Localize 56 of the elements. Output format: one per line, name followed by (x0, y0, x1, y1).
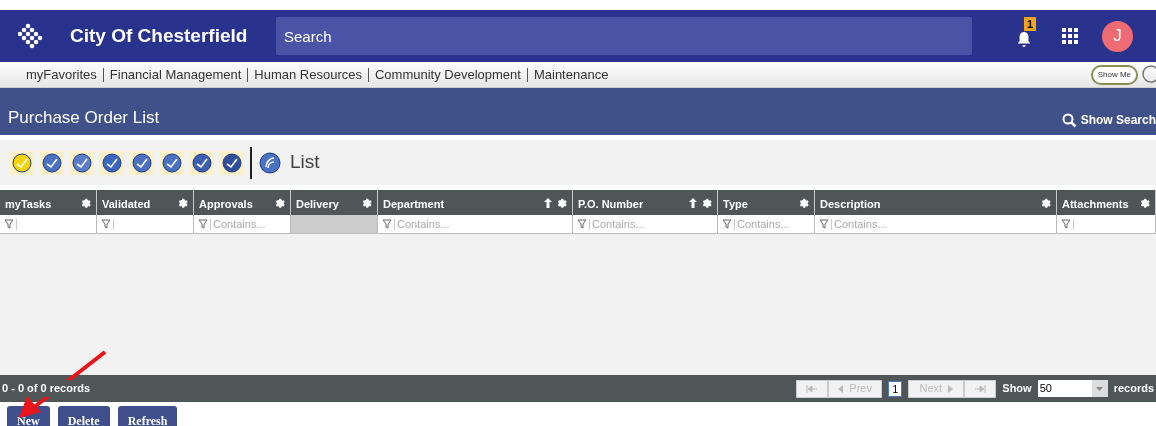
settings-icon[interactable] (1139, 197, 1150, 208)
filter-icon (577, 219, 587, 229)
menu-link[interactable]: Financial Management (109, 64, 242, 85)
caret-left-icon (838, 384, 844, 393)
sort-ascending-icon[interactable] (689, 198, 697, 208)
filter-icon (722, 219, 732, 229)
dropdown-icon (1096, 386, 1104, 391)
menu-link[interactable]: Community Development (375, 64, 521, 85)
show-search-button[interactable]: Show Search (1061, 111, 1156, 129)
filter-icon (1061, 219, 1071, 229)
filter-icon (382, 219, 392, 229)
filter-icon (819, 219, 829, 229)
first-page-icon (806, 384, 819, 393)
toolbar-icon[interactable] (100, 150, 124, 175)
show-me-button[interactable]: Show Me (1090, 64, 1138, 85)
notification-badge: 1 (1024, 17, 1037, 31)
filter-icon (101, 219, 111, 229)
action-button[interactable]: Refresh (117, 406, 178, 426)
bell-icon[interactable] (1016, 31, 1032, 49)
toolbar-icon[interactable] (40, 150, 64, 175)
caret-right-icon (948, 384, 954, 393)
settings-icon[interactable] (556, 197, 567, 208)
toolbar-icon[interactable] (130, 150, 154, 175)
last-page-button[interactable] (964, 379, 997, 398)
records-label: records (1113, 381, 1154, 397)
filter-icon (198, 219, 208, 229)
last-page-icon (974, 384, 987, 393)
settings-icon[interactable] (361, 197, 372, 208)
toolbar-icon[interactable] (160, 150, 184, 175)
page-title: Purchase Order List (8, 106, 160, 129)
apps-grid-icon[interactable] (1062, 28, 1078, 44)
page-size-select[interactable]: 50 (1037, 380, 1108, 397)
menu-link[interactable]: myFavorites (26, 64, 97, 85)
settings-icon[interactable] (798, 197, 809, 208)
toolbar-icon[interactable] (258, 150, 282, 175)
action-button[interactable]: Delete (57, 406, 110, 426)
settings-icon[interactable] (177, 197, 188, 208)
first-page-button[interactable] (796, 379, 829, 398)
settings-icon[interactable] (701, 197, 712, 208)
settings-icon[interactable] (80, 197, 91, 208)
records-summary: 0 - 0 of 0 records (2, 380, 93, 397)
menu-link[interactable]: Human Resources (254, 64, 362, 85)
sort-ascending-icon[interactable] (544, 198, 552, 208)
toolbar-icon[interactable] (190, 150, 214, 175)
app-title: City Of Chesterfield (70, 23, 249, 48)
toolbar-icon[interactable] (70, 150, 94, 175)
toolbar-icon[interactable] (10, 150, 34, 175)
settings-icon[interactable] (1040, 197, 1051, 208)
settings-icon[interactable] (274, 197, 285, 208)
show-label: Show (1002, 381, 1032, 397)
filter-icon (4, 219, 14, 229)
toolbar-icon[interactable] (220, 150, 244, 175)
menu-link[interactable]: Maintenance (533, 64, 609, 85)
search-field[interactable]: Search (276, 17, 972, 55)
view-label: List (290, 150, 320, 175)
page-number-field[interactable]: 1 (888, 380, 903, 397)
